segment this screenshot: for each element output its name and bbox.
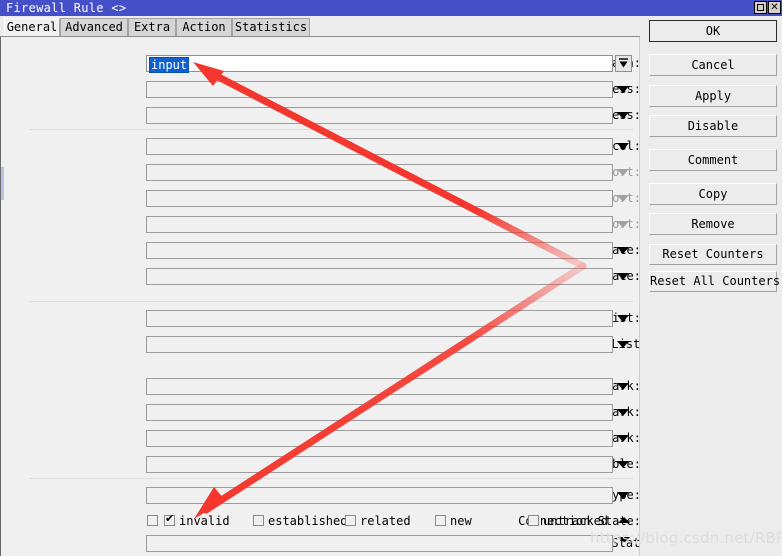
field-input[interactable] <box>146 456 613 473</box>
chevron-down-icon <box>617 169 629 176</box>
field-row: Chain:input <box>1 53 641 74</box>
firewall-rule-window: Firewall Rule <> ✕ General Advanced Extra A… <box>0 0 782 556</box>
field-input[interactable] <box>146 216 613 233</box>
field-input[interactable] <box>146 242 613 259</box>
field-row: In. Interface List: <box>1 308 641 329</box>
tab-action[interactable]: Action <box>176 18 232 37</box>
maximize-button[interactable] <box>754 1 767 14</box>
comment-button[interactable]: Comment <box>649 149 777 171</box>
field-input[interactable] <box>146 310 613 327</box>
field-row: Dst. Address: <box>1 105 641 126</box>
field-row: Dst. Port: <box>1 188 641 209</box>
chevron-down-icon[interactable] <box>617 435 629 442</box>
field-input[interactable] <box>146 378 613 395</box>
double-down-arrow-icon[interactable] <box>615 55 632 72</box>
chevron-down-icon[interactable] <box>617 112 629 119</box>
apply-button[interactable]: Apply <box>649 85 777 107</box>
chevron-down-icon[interactable] <box>617 315 629 322</box>
checkbox-invalid[interactable] <box>164 513 175 526</box>
cancel-button[interactable]: Cancel <box>649 54 777 76</box>
field-row: Protocol: <box>1 136 641 157</box>
watermark: https://blog.csdn.net/RBPicsdn <box>590 529 782 547</box>
field-row: Packet Mark: <box>1 376 641 397</box>
maximize-icon <box>757 4 764 11</box>
spinner-up-arrow-icon[interactable] <box>618 517 630 523</box>
chevron-down-icon[interactable] <box>617 383 629 390</box>
close-icon: ✕ <box>770 1 779 13</box>
general-tab-panel: Chain:input Src. Address: Dst. Address: Pro… <box>0 37 655 556</box>
checkbox-label-invalid: invalid <box>179 514 230 528</box>
window-titlebar: Firewall Rule <> ✕ <box>0 0 782 16</box>
checkbox-related[interactable] <box>345 515 356 526</box>
remove-button[interactable]: Remove <box>649 213 777 235</box>
field-input[interactable] <box>146 404 613 421</box>
section-divider <box>29 129 633 130</box>
tab-statistics[interactable]: Statistics <box>232 18 310 37</box>
close-button[interactable]: ✕ <box>768 1 781 14</box>
chevron-down-icon[interactable] <box>617 86 629 93</box>
chevron-down-icon[interactable] <box>617 492 629 499</box>
field-row: Src. Port: <box>1 162 641 183</box>
action-button-column: OK Cancel Apply Disable Comment Copy Remove Res… <box>640 18 782 556</box>
field-input[interactable] <box>146 81 613 98</box>
reset-all-counters-button[interactable]: Reset All Counters <box>649 271 780 292</box>
reset-counters-button[interactable]: Reset Counters <box>649 244 777 265</box>
field-row: Connection Mark: <box>1 402 641 423</box>
checkbox-label-related: related <box>360 514 411 528</box>
field-selected-value: input <box>149 57 190 73</box>
connection-state-enable-checkbox[interactable] <box>147 515 158 526</box>
tab-extra[interactable]: Extra <box>128 18 176 37</box>
chevron-down-icon[interactable] <box>617 341 629 348</box>
chevron-down-icon[interactable] <box>617 247 629 254</box>
checkbox-label-established: established <box>268 514 348 528</box>
checkbox-label-untracked: untracked <box>543 514 609 528</box>
field-input[interactable] <box>146 190 613 207</box>
field-row: Connection Type: <box>1 485 641 506</box>
field-row: Routing Mark: <box>1 428 641 449</box>
checkbox-established[interactable] <box>253 515 264 526</box>
connection-nat-state-row: Connection NAT State: <box>1 533 655 554</box>
section-divider <box>29 301 633 302</box>
field-row: Out. Interface List: <box>1 334 648 355</box>
chevron-down-icon[interactable] <box>617 273 629 280</box>
section-divider <box>29 478 633 479</box>
window-title: Firewall Rule <> <box>6 1 127 15</box>
field-row: In. Interface: <box>1 240 641 261</box>
field-input[interactable]: input <box>146 55 613 73</box>
field-input[interactable] <box>146 164 613 181</box>
field-input[interactable] <box>146 268 613 285</box>
tab-bar: General Advanced Extra Action Statistics <box>0 18 640 37</box>
field-input[interactable] <box>146 430 613 447</box>
ok-button[interactable]: OK <box>649 20 777 42</box>
connection-nat-state-input[interactable] <box>146 535 613 552</box>
window-controls: ✕ <box>754 1 781 14</box>
field-input[interactable] <box>146 138 613 155</box>
field-input[interactable] <box>146 336 613 353</box>
checkbox-untracked[interactable] <box>528 515 539 526</box>
tab-general[interactable]: General <box>4 18 60 37</box>
tab-advanced[interactable]: Advanced <box>60 18 128 37</box>
field-input[interactable] <box>146 487 613 504</box>
copy-button[interactable]: Copy <box>649 183 777 205</box>
field-row: Out. Interface: <box>1 266 641 287</box>
checkbox-new[interactable] <box>435 515 446 526</box>
chevron-down-icon[interactable] <box>617 143 629 150</box>
field-row: Any. Port: <box>1 214 641 235</box>
chevron-down-icon <box>617 195 629 202</box>
chevron-down-icon <box>617 221 629 228</box>
field-input[interactable] <box>146 107 613 124</box>
chevron-down-icon[interactable] <box>617 409 629 416</box>
checkbox-label-new: new <box>450 514 472 528</box>
chevron-down-icon[interactable] <box>617 461 629 468</box>
disable-button[interactable]: Disable <box>649 115 777 137</box>
connection-state-row: Connection State:invalidestablishedrelat… <box>1 511 641 543</box>
field-row: Routing Table: <box>1 454 641 475</box>
field-row: Src. Address: <box>1 79 641 100</box>
